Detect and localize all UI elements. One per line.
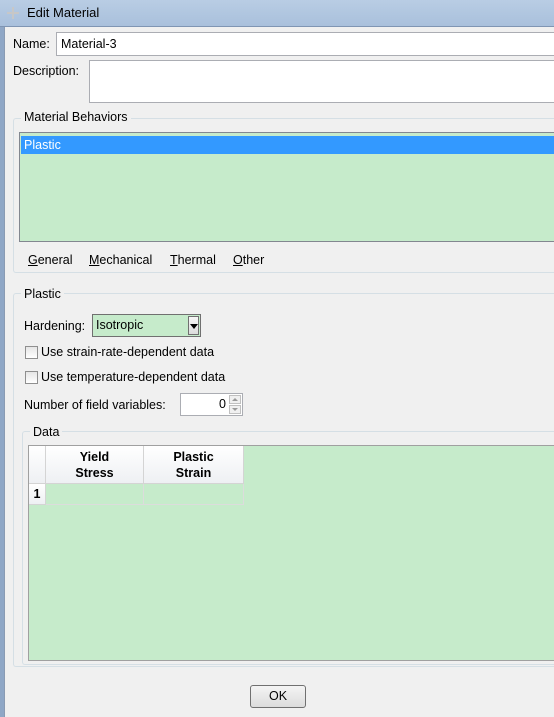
table-cell[interactable]	[144, 484, 244, 505]
name-label: Name:	[13, 37, 50, 51]
hardening-label: Hardening:	[24, 319, 86, 333]
data-table[interactable]: Yield Stress Plastic Strain 1	[28, 445, 554, 661]
behaviors-list[interactable]: Plastic	[19, 132, 554, 242]
field-variables-spinner[interactable]: 0	[180, 393, 243, 416]
menu-general-mnemonic: G	[28, 253, 38, 267]
temperature-checkbox[interactable]	[25, 371, 38, 384]
menu-general[interactable]: General	[28, 253, 72, 267]
data-group-title: Data	[30, 425, 63, 439]
dropdown-button[interactable]	[188, 316, 199, 335]
hardening-value: Isotropic	[96, 318, 144, 332]
column-header-line: Stress	[75, 466, 114, 480]
field-variables-value: 0	[219, 397, 226, 411]
menu-thermal-label: hermal	[177, 253, 216, 267]
menu-other-label: ther	[242, 253, 265, 267]
ok-button[interactable]: OK	[250, 685, 306, 708]
behavior-menubar: General Mechanical Thermal Other	[19, 249, 554, 271]
column-header-line: Yield	[79, 450, 110, 464]
column-header-line: Plastic	[173, 450, 214, 464]
chevron-down-icon	[190, 324, 198, 329]
table-corner	[29, 446, 46, 484]
arrow-up-icon	[232, 398, 238, 401]
title-bar[interactable]: Edit Material	[0, 0, 554, 27]
column-header-yield-stress[interactable]: Yield Stress	[46, 446, 144, 484]
list-item-plastic[interactable]: Plastic	[21, 136, 554, 154]
menu-thermal-mnemonic: T	[170, 253, 178, 267]
spin-up-button[interactable]	[229, 395, 241, 404]
material-behaviors-title: Material Behaviors	[21, 110, 131, 124]
strain-rate-checkbox[interactable]	[25, 346, 38, 359]
window-app-icon	[7, 7, 19, 19]
row-header[interactable]: 1	[29, 484, 46, 505]
description-field[interactable]	[89, 60, 554, 103]
menu-other-mnemonic: O	[233, 253, 243, 267]
strain-rate-label: Use strain-rate-dependent data	[41, 345, 215, 359]
table-cell[interactable]	[46, 484, 144, 505]
spin-down-button[interactable]	[229, 405, 241, 414]
menu-thermal[interactable]: Thermal	[170, 253, 216, 267]
menu-mechanical[interactable]: Mechanical	[89, 253, 152, 267]
field-variables-label: Number of field variables:	[24, 398, 166, 412]
row-number: 1	[33, 487, 41, 501]
menu-other[interactable]: Other	[233, 253, 264, 267]
plastic-group-title: Plastic	[21, 287, 64, 301]
dialog-body: Name: Material-3 Description: Material B…	[4, 27, 554, 717]
column-header-plastic-strain[interactable]: Plastic Strain	[144, 446, 244, 484]
arrow-down-icon	[232, 408, 238, 411]
menu-mechanical-mnemonic: M	[89, 253, 100, 267]
description-label: Description:	[13, 64, 79, 78]
name-value: Material-3	[61, 37, 117, 51]
menu-general-label: eneral	[37, 253, 73, 267]
hardening-select[interactable]: Isotropic	[92, 314, 201, 337]
menu-mechanical-label: echanical	[99, 253, 153, 267]
name-field[interactable]: Material-3	[56, 32, 554, 56]
list-item-label: Plastic	[24, 138, 61, 152]
window-title: Edit Material	[27, 5, 100, 20]
temperature-label: Use temperature-dependent data	[41, 370, 226, 384]
column-header-line: Strain	[175, 466, 212, 480]
